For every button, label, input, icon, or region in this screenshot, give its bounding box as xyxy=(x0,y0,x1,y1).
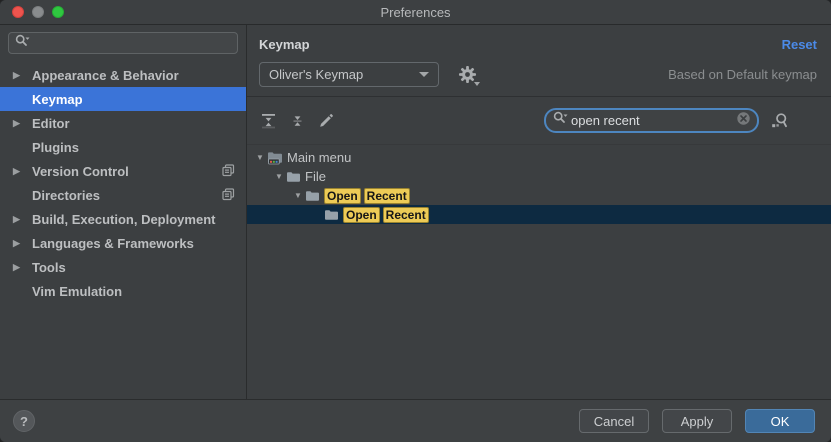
close-window-button[interactable] xyxy=(12,6,24,18)
actions-tree: ▼Main menu▼File▼OpenRecentOpenRecent xyxy=(247,145,831,399)
tree-row-label: Main menu xyxy=(287,150,351,165)
sidebar-item-label: Tools xyxy=(32,260,66,275)
keymap-toolbar xyxy=(247,97,831,145)
minimize-window-button[interactable] xyxy=(32,6,44,18)
expand-arrow-icon[interactable]: ▶ xyxy=(13,118,32,129)
content-panel: Keymap Reset Oliver's Keymap Based on De… xyxy=(247,25,831,399)
tree-collapse-arrow-icon[interactable]: ▼ xyxy=(292,191,304,200)
expand-arrow-icon[interactable]: ▶ xyxy=(13,238,32,249)
collapse-all-icon[interactable] xyxy=(288,112,306,130)
chevron-down-icon xyxy=(419,72,429,77)
cancel-button[interactable]: Cancel xyxy=(579,409,649,433)
sidebar-item-version-control[interactable]: ▶Version Control xyxy=(0,159,246,183)
search-icon xyxy=(552,110,568,131)
sidebar-item-languages-frameworks[interactable]: ▶Languages & Frameworks xyxy=(0,231,246,255)
sidebar-item-label: Editor xyxy=(32,116,70,131)
tree-row[interactable]: ▼ OpenRecent xyxy=(247,186,831,205)
search-match-highlight: Recent xyxy=(364,188,410,204)
sidebar-search-input[interactable] xyxy=(30,35,232,51)
reset-link[interactable]: Reset xyxy=(782,37,817,52)
sidebar-item-label: Version Control xyxy=(32,164,129,179)
action-search-box[interactable] xyxy=(544,108,759,133)
expand-arrow-icon[interactable]: ▶ xyxy=(13,70,32,81)
preferences-window: Preferences ▶Appearance & BehaviorKeymap… xyxy=(0,0,831,442)
sidebar-item-label: Vim Emulation xyxy=(32,284,122,299)
sidebar-item-tools[interactable]: ▶Tools xyxy=(0,255,246,279)
sidebar-item-directories[interactable]: Directories xyxy=(0,183,246,207)
sidebar-item-keymap[interactable]: Keymap xyxy=(0,87,246,111)
edit-shortcut-icon[interactable] xyxy=(317,112,335,130)
search-match-highlight: Open xyxy=(343,207,380,223)
apply-button[interactable]: Apply xyxy=(662,409,732,433)
search-match-highlight: Recent xyxy=(383,207,429,223)
main-menu-icon xyxy=(267,151,283,165)
sidebar-item-label: Appearance & Behavior xyxy=(32,68,179,83)
sidebar-item-appearance-behavior[interactable]: ▶Appearance & Behavior xyxy=(0,63,246,87)
per-project-settings-icon xyxy=(222,164,235,180)
expand-all-icon[interactable] xyxy=(259,112,277,130)
sidebar-item-editor[interactable]: ▶Editor xyxy=(0,111,246,135)
sidebar-item-label: Plugins xyxy=(32,140,79,155)
per-project-settings-icon xyxy=(222,188,235,204)
tree-collapse-arrow-icon[interactable]: ▼ xyxy=(254,153,266,162)
zoom-window-button[interactable] xyxy=(52,6,64,18)
tree-row[interactable]: ▼ Main menu xyxy=(247,148,831,167)
main-area: ▶Appearance & BehaviorKeymap▶EditorPlugi… xyxy=(0,25,831,399)
tree-row[interactable]: OpenRecent xyxy=(247,205,831,224)
action-search-input[interactable] xyxy=(568,112,736,129)
window-title: Preferences xyxy=(380,5,450,20)
gear-icon[interactable] xyxy=(458,65,478,85)
settings-sidebar: ▶Appearance & BehaviorKeymap▶EditorPlugi… xyxy=(0,25,247,399)
tree-collapse-arrow-icon[interactable]: ▼ xyxy=(273,172,285,181)
search-icon xyxy=(14,33,30,54)
expand-arrow-icon[interactable]: ▶ xyxy=(13,262,32,273)
sidebar-item-list: ▶Appearance & BehaviorKeymap▶EditorPlugi… xyxy=(0,63,246,303)
ok-button[interactable]: OK xyxy=(745,409,815,433)
sidebar-item-label: Languages & Frameworks xyxy=(32,236,194,251)
based-on-label: Based on Default keymap xyxy=(668,67,817,82)
sidebar-search-box[interactable] xyxy=(8,32,238,54)
titlebar: Preferences xyxy=(0,0,831,25)
folder-icon xyxy=(286,170,301,183)
expand-arrow-icon[interactable]: ▶ xyxy=(13,214,32,225)
sidebar-item-plugins[interactable]: Plugins xyxy=(0,135,246,159)
keymap-select[interactable]: Oliver's Keymap xyxy=(259,62,439,87)
sidebar-item-label: Build, Execution, Deployment xyxy=(32,212,215,227)
find-actions-by-shortcut-icon[interactable] xyxy=(768,110,790,132)
page-title: Keymap xyxy=(259,37,310,52)
tree-row[interactable]: ▼ File xyxy=(247,167,831,186)
sidebar-item-label: Keymap xyxy=(32,92,83,107)
search-match-highlight: Open xyxy=(324,188,361,204)
folder-icon xyxy=(305,189,320,202)
clear-search-icon[interactable] xyxy=(736,111,751,131)
sidebar-item-vim-emulation[interactable]: Vim Emulation xyxy=(0,279,246,303)
sidebar-item-label: Directories xyxy=(32,188,100,203)
folder-icon xyxy=(324,208,339,221)
gear-dropdown-caret xyxy=(474,82,480,86)
dialog-footer: ? Cancel Apply OK xyxy=(0,399,831,442)
help-button[interactable]: ? xyxy=(13,410,35,432)
keymap-select-value: Oliver's Keymap xyxy=(269,67,363,82)
keymap-header: Keymap Reset Oliver's Keymap Based on De… xyxy=(247,25,831,97)
sidebar-item-build-execution-deployment[interactable]: ▶Build, Execution, Deployment xyxy=(0,207,246,231)
traffic-lights xyxy=(12,6,64,18)
tree-row-label: File xyxy=(305,169,326,184)
expand-arrow-icon[interactable]: ▶ xyxy=(13,166,32,177)
